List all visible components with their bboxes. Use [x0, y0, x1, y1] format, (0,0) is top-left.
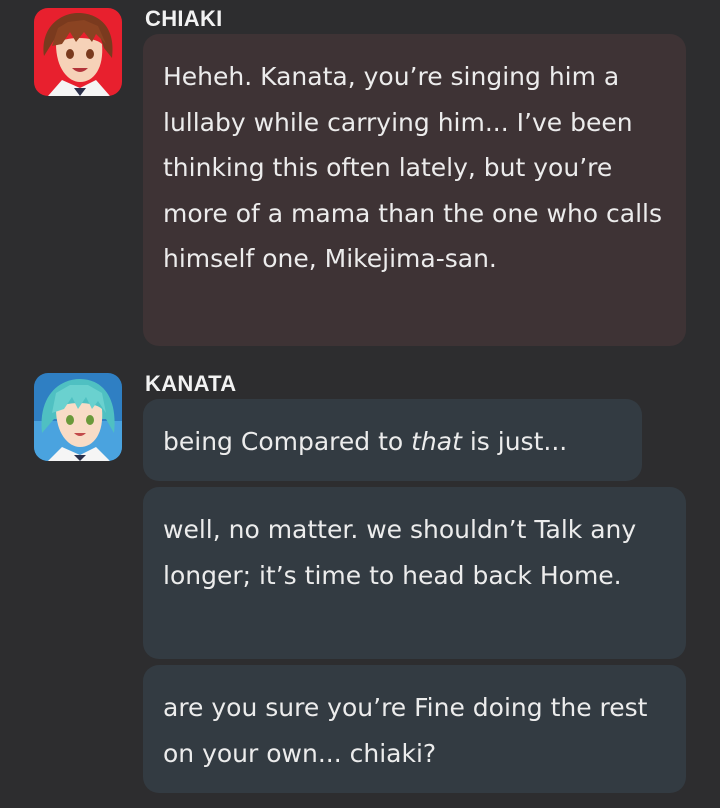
chiaki-avatar[interactable] — [34, 8, 122, 96]
message-bubble: being Compared to that is just... — [143, 399, 642, 481]
message-bubble: well, no matter. we shouldn’t Talk any l… — [143, 487, 686, 659]
message-emphasis: that — [411, 427, 462, 456]
kanata-avatar-icon — [34, 373, 122, 461]
message-bubble: Heheh. Kanata, you’re singing him a lull… — [143, 34, 686, 346]
message-text: being Compared to — [163, 427, 412, 456]
message-bubble: are you sure you’re Fine doing the rest … — [143, 665, 686, 793]
kanata-avatar[interactable] — [34, 373, 122, 461]
speaker-name: KANATA — [145, 371, 237, 396]
chiaki-avatar-icon — [34, 8, 122, 96]
message-text: is just... — [461, 427, 568, 456]
speaker-name: CHIAKI — [145, 6, 223, 31]
